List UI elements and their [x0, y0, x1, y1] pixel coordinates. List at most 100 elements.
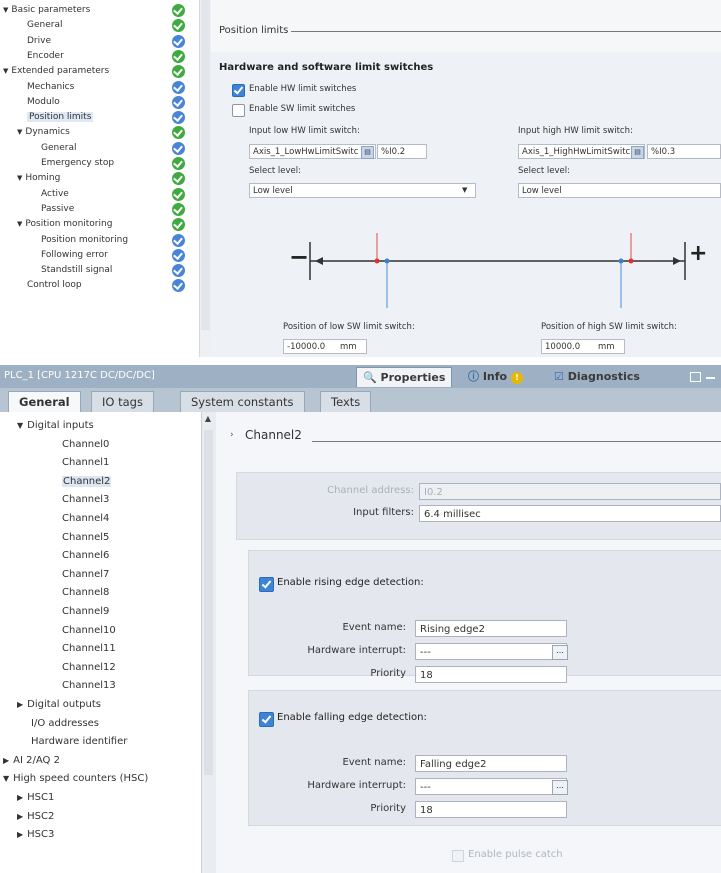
falling-priority-input[interactable]: 18: [415, 801, 567, 818]
low-hw-input[interactable]: Axis_1_LowHwLimitSwitc: [249, 144, 376, 159]
rising-event-name-input[interactable]: Rising edge2: [415, 620, 567, 637]
tree-item[interactable]: I/O addresses: [31, 715, 99, 733]
tab-system-constants[interactable]: System constants: [180, 391, 305, 412]
tree-item-label: Hardware identifier: [31, 736, 128, 748]
falling-browse-button[interactable]: ...: [552, 780, 568, 795]
enable-sw-checkbox[interactable]: [232, 104, 245, 117]
tree-item[interactable]: Modulo: [0, 95, 223, 110]
tree-item-label: Channel6: [62, 550, 110, 562]
tab-properties[interactable]: 🔍 Properties: [356, 367, 453, 387]
pulse-catch-checkbox[interactable]: [452, 850, 464, 862]
expand-arrow-icon[interactable]: ▼: [17, 174, 22, 182]
high-hw-input[interactable]: Axis_1_HighHwLimitSwitc: [518, 144, 645, 159]
tab-info[interactable]: ⓘ Info !: [462, 367, 529, 386]
low-level-select[interactable]: Low level: [249, 183, 476, 198]
tree-item[interactable]: Control loop: [0, 278, 223, 293]
low-select-level-label: Select level:: [249, 166, 302, 176]
rising-priority-input[interactable]: 18: [415, 666, 567, 683]
tree-item[interactable]: ▶ HSC3: [17, 826, 54, 844]
collapse-arrow-icon[interactable]: ▶: [17, 700, 23, 709]
chevron-down-icon[interactable]: ▼: [462, 186, 467, 194]
chevron-right-icon[interactable]: ›: [230, 430, 234, 440]
high-hw-browse-icon[interactable]: ▤: [631, 146, 644, 159]
tree-item[interactable]: Drive: [0, 34, 223, 49]
high-level-select[interactable]: Low level: [518, 183, 721, 198]
tree-item[interactable]: ▼ Digital inputs: [17, 417, 94, 435]
low-sw-label: Position of low SW limit switch:: [283, 322, 415, 332]
axis-config-tree: ▼ Basic parameters General Drive Encoder ▼ Ext…: [0, 0, 211, 357]
enable-hw-checkbox[interactable]: [232, 84, 245, 97]
device-properties-screenshot: PLC_1 [CPU 1217C DC/DC/DC] 🔍 Properties …: [0, 365, 721, 873]
tree-item[interactable]: ▶ HSC1: [17, 789, 54, 807]
tree-item[interactable]: Channel3: [62, 491, 109, 509]
expand-arrow-icon[interactable]: ▼: [3, 774, 9, 783]
tree-item-label: HSC2: [27, 810, 55, 822]
collapse-arrow-icon[interactable]: ▶: [17, 812, 23, 821]
tree-item[interactable]: Channel11: [62, 640, 116, 658]
tree-item[interactable]: Channel8: [62, 584, 109, 602]
high-sw-input[interactable]: 10000.0 mm: [541, 339, 625, 354]
tree-item[interactable]: Mechanics: [0, 80, 223, 95]
tree-item[interactable]: ▼ Basic parameters: [0, 3, 199, 18]
falling-priority-label: Priority: [370, 803, 406, 814]
rising-edge-label: Enable rising edge detection:: [277, 577, 424, 588]
rising-browse-button[interactable]: ...: [552, 645, 568, 660]
falling-hw-interrupt-input[interactable]: ---: [415, 778, 567, 795]
scroll-thumb[interactable]: [204, 430, 213, 775]
tree-item-label: Drive: [27, 35, 51, 46]
tree-item-label: Active: [41, 188, 69, 199]
tab-io-tags[interactable]: IO tags: [91, 391, 154, 412]
low-sw-input[interactable]: -10000.0 mm: [283, 339, 367, 354]
tree-item[interactable]: Channel9: [62, 603, 109, 621]
scroll-up-icon[interactable]: ▲: [203, 414, 213, 426]
falling-event-name-input[interactable]: Falling edge2: [415, 755, 567, 772]
expand-arrow-icon[interactable]: ▼: [17, 220, 22, 228]
collapse-arrow-icon[interactable]: ▶: [17, 793, 23, 802]
tree-item[interactable]: ▶ Digital outputs: [17, 696, 101, 714]
rising-hw-interrupt-input[interactable]: ---: [415, 643, 567, 660]
tree-item[interactable]: Channel7: [62, 566, 109, 584]
rising-edge-checkbox[interactable]: [259, 577, 274, 592]
minus-sign: −: [289, 243, 310, 271]
low-hw-address[interactable]: %I0.2: [377, 144, 427, 159]
tree-item[interactable]: Channel6: [62, 547, 109, 565]
tree-item[interactable]: Position limits: [0, 110, 223, 125]
tree-item[interactable]: Hardware identifier: [31, 733, 127, 751]
minimize-icon[interactable]: [706, 377, 715, 379]
expand-arrow-icon[interactable]: ▼: [17, 421, 23, 430]
status-ok-icon: [172, 49, 185, 63]
tree-item[interactable]: General: [0, 18, 223, 33]
tree-item[interactable]: Channel1: [62, 454, 109, 472]
tree-item[interactable]: ▶ AI 2/AQ 2: [3, 752, 60, 770]
tree-item[interactable]: Channel4: [62, 510, 109, 528]
tree-item[interactable]: Channel2: [62, 473, 112, 491]
tree-item[interactable]: Channel0: [62, 436, 109, 454]
tree-item[interactable]: Encoder: [0, 49, 223, 64]
tree-item[interactable]: Channel10: [62, 622, 116, 640]
tree-item[interactable]: Channel13: [62, 677, 116, 695]
high-hw-address[interactable]: %I0.3: [647, 144, 721, 159]
axis-config-screenshot: ▼ Basic parameters General Drive Encoder ▼ Ext…: [0, 0, 721, 357]
tree-item-label: Mechanics: [27, 81, 75, 92]
low-hw-browse-icon[interactable]: ▤: [361, 146, 374, 159]
property-tabs: General IO tags System constants Texts: [0, 388, 721, 413]
collapse-arrow-icon[interactable]: ▶: [17, 830, 23, 839]
expand-arrow-icon[interactable]: ▼: [17, 128, 22, 136]
tree-item-label: Channel10: [62, 624, 116, 636]
tree-item[interactable]: ▼ High speed counters (HSC): [3, 770, 148, 788]
expand-arrow-icon[interactable]: ▼: [3, 67, 8, 75]
tab-general[interactable]: General: [8, 391, 81, 413]
tree-item[interactable]: Channel5: [62, 529, 109, 547]
expand-arrow-icon[interactable]: ▼: [3, 6, 8, 14]
collapse-arrow-icon[interactable]: ▶: [3, 756, 9, 765]
tree-scrollbar[interactable]: ▲: [201, 412, 217, 873]
tab-texts[interactable]: Texts: [320, 391, 372, 412]
tab-diagnostics[interactable]: ☑ Diagnostics: [548, 367, 646, 386]
tree-item[interactable]: Channel12: [62, 659, 116, 677]
falling-edge-checkbox[interactable]: [259, 712, 274, 727]
input-filters-select[interactable]: 6.4 millisec: [419, 505, 721, 522]
restore-icon[interactable]: [690, 372, 701, 382]
tree-item[interactable]: ▶ HSC2: [17, 808, 54, 826]
tree-scrollbar[interactable]: [199, 0, 211, 357]
tree-item[interactable]: ▼ Extended parameters: [0, 64, 199, 79]
